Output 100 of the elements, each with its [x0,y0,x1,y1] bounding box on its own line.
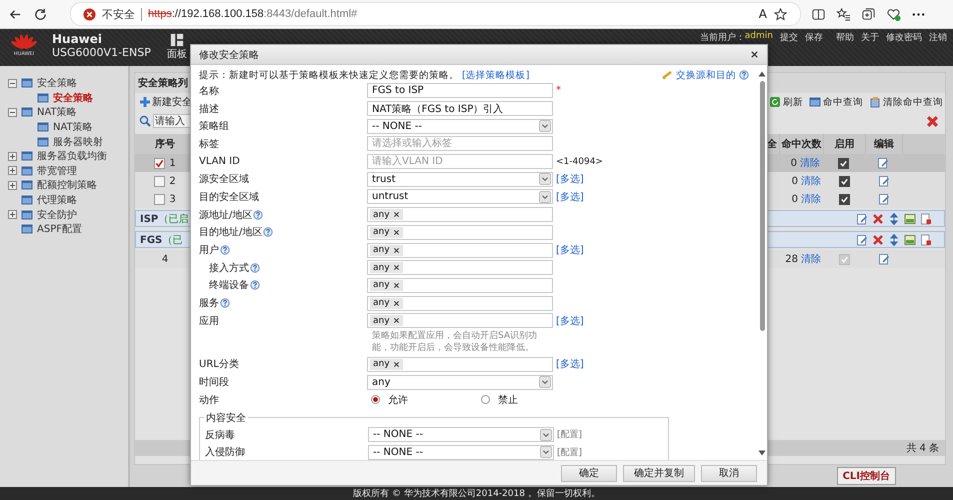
toolbar-button[interactable]: 命中查询 [809,96,863,108]
edit-icon[interactable] [856,212,868,224]
remove-icon[interactable] [392,282,400,289]
tree-item[interactable]: 服务器映射 [53,134,103,149]
collections-icon[interactable] [861,6,876,22]
tag-field[interactable]: any [367,356,553,372]
dropdown[interactable]: untrust [367,189,553,204]
tag-field[interactable]: any [367,313,553,328]
help-icon[interactable] [253,210,264,220]
remove-icon[interactable] [392,300,400,307]
checkbox[interactable] [838,158,848,168]
help-icon[interactable] [250,280,260,290]
tag-field[interactable]: any [367,278,553,293]
text-field[interactable]: 请选择或输入标签 [367,136,553,152]
remove-icon[interactable] [392,360,400,368]
tree-item[interactable]: 服务器负载均衡 [37,149,107,164]
collapse-icon[interactable] [8,108,17,117]
delete-icon[interactable] [872,234,884,246]
header-link[interactable]: 保存 [805,31,823,44]
up-down-arrows-icon[interactable] [888,234,900,246]
delete-icon[interactable] [926,114,939,128]
delete-icon[interactable] [872,212,884,224]
chevron-down-icon[interactable] [540,428,552,441]
clear-link[interactable]: 清除 [801,174,821,188]
edit-icon[interactable] [878,253,890,265]
edit-icon[interactable] [878,175,890,187]
tree-item[interactable]: 配额控制策略 [37,178,97,192]
tree-item[interactable]: 带宽管理 [37,164,77,178]
help-icon[interactable] [739,70,749,80]
search-field[interactable]: 请输入 [153,114,191,128]
collapse-icon[interactable] [8,78,17,88]
read-aloud-button[interactable]: A [758,7,767,21]
tag-field[interactable]: any [367,207,553,222]
header-link[interactable]: 注销 [929,31,947,44]
toolbar-button[interactable]: 清除命中查询 [869,96,943,108]
tree-item[interactable]: NAT策略 [53,120,93,134]
dialog-button[interactable]: 确定并复制 [623,464,695,482]
configure-link[interactable]: [配置] [557,428,582,442]
group-name[interactable]: FGS（已 [140,232,182,246]
checkbox[interactable] [154,158,166,168]
help-icon[interactable] [263,227,274,238]
dropdown[interactable]: -- NONE -- [368,444,554,460]
radio-button[interactable] [481,395,490,404]
header-link[interactable]: 修改密码 [886,31,922,44]
cli-console-button[interactable]: CLI控制台 [836,467,896,485]
text-field[interactable]: 请输入VLAN ID [367,154,553,170]
header-link[interactable]: 关于 [861,31,879,44]
header-link[interactable]: 提交 [780,31,798,44]
scroll-up-icon[interactable] [758,71,766,77]
close-icon[interactable] [750,50,759,59]
tag-field[interactable]: any [367,224,553,240]
search-icon[interactable] [139,115,151,127]
tag-field[interactable]: any [367,296,553,311]
page-icon[interactable] [920,234,932,246]
swap-link[interactable]: 交换源和目的 [676,68,736,82]
remove-icon[interactable] [392,228,400,236]
dropdown[interactable]: -- NONE -- [368,427,554,442]
help-icon[interactable] [250,262,260,273]
scroll-down-icon[interactable] [758,450,766,456]
remove-icon[interactable] [392,264,400,272]
favorites-icon[interactable] [836,6,851,22]
security-label[interactable]: 不安全 [102,6,135,22]
tree-item[interactable]: 安全防护 [37,208,77,222]
help-icon[interactable] [220,298,230,308]
help-icon[interactable] [220,245,230,256]
template-link[interactable]: [选择策略模板] [462,68,530,82]
split-screen-icon[interactable] [811,6,826,22]
checkbox[interactable] [838,194,850,204]
expand-icon[interactable] [8,152,17,161]
up-down-arrows-icon[interactable] [888,212,900,224]
remove-icon[interactable] [392,317,400,324]
chevron-down-icon[interactable] [539,173,551,186]
remove-icon[interactable] [392,211,400,218]
tag-field[interactable]: any [367,242,553,258]
edit-icon[interactable] [856,234,868,246]
edit-icon[interactable] [877,157,889,169]
dropdown[interactable]: trust [367,172,553,187]
text-field[interactable]: FGS to ISP [367,83,553,98]
tag-field[interactable]: any [367,260,553,276]
dialog-button[interactable]: 确定 [561,464,617,482]
expand-icon[interactable] [8,180,17,190]
chevron-down-icon[interactable] [539,376,551,388]
screen-icon[interactable] [904,212,916,224]
toolbar-button[interactable]: 刷新 [769,96,803,108]
url-text[interactable]: https://192.168.100.158:8443/default.html# [148,8,358,20]
edit-icon[interactable] [878,193,890,205]
header-link[interactable]: 帮助 [836,31,854,44]
heart-icon[interactable] [886,6,901,22]
checkbox[interactable] [838,176,850,186]
page-icon[interactable] [920,212,932,224]
multi-select-link[interactable]: [多选] [556,172,584,186]
tree-item[interactable]: NAT策略 [37,105,77,120]
dialog-button[interactable]: 取消 [701,464,757,482]
group-name[interactable]: ISP（已启 [140,212,188,226]
chevron-down-icon[interactable] [539,190,551,203]
dropdown[interactable]: -- NONE -- [367,118,553,134]
multi-select-link[interactable]: [多选] [556,190,584,204]
checkbox[interactable] [154,194,166,204]
dropdown[interactable]: any [367,374,553,390]
tree-item[interactable]: ASPF配置 [37,222,82,236]
